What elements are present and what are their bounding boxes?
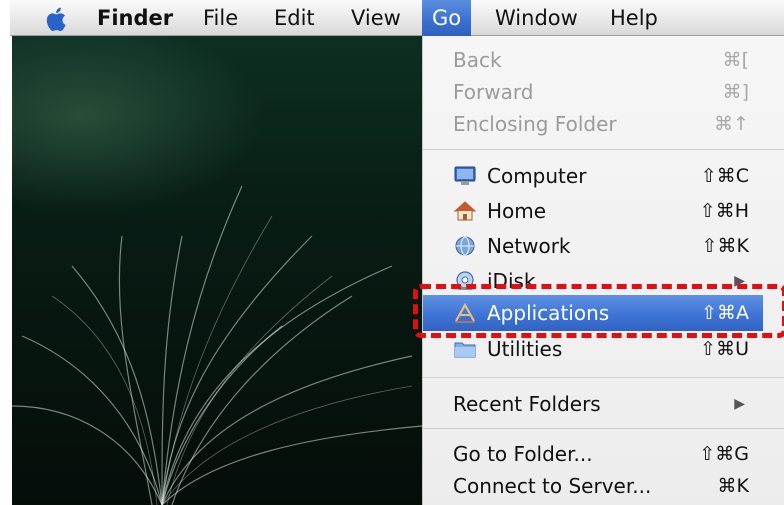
menu-item-shortcut: ⇧⌘G: [699, 443, 749, 465]
network-icon: [455, 236, 475, 256]
menu-item-shortcut: ⌘K: [717, 475, 749, 497]
menu-item-label: Recent Folders: [453, 392, 601, 416]
menu-separator: [423, 377, 784, 378]
menu-edit[interactable]: Edit: [274, 0, 315, 36]
menu-separator: [423, 149, 784, 150]
menu-item-label: Forward: [453, 80, 534, 104]
menu-finder[interactable]: Finder: [97, 0, 173, 36]
menu-item-label: Back: [453, 48, 502, 72]
menu-item-label: Home: [487, 199, 547, 223]
menu-item-home[interactable]: Home ⇧⌘H: [423, 193, 763, 229]
utilities-folder-icon: [454, 342, 476, 358]
menu-help[interactable]: Help: [610, 0, 658, 36]
menu-bar: Finder File Edit View Go Window Help: [10, 0, 784, 36]
menu-item-back: Back ⌘[: [423, 42, 763, 78]
home-icon: [453, 201, 477, 221]
screen: Finder File Edit View Go Window Help Bac…: [0, 0, 784, 505]
menu-item-go-to-folder[interactable]: Go to Folder... ⇧⌘G: [423, 436, 763, 472]
menu-go[interactable]: Go: [422, 0, 472, 36]
highlight-callout-box: [413, 284, 784, 338]
menu-item-shortcut: ⌘↑: [714, 113, 749, 135]
menu-item-label: Enclosing Folder: [453, 112, 617, 136]
menu-item-label: Computer: [487, 164, 587, 188]
menu-item-shortcut: ⌘]: [722, 81, 749, 103]
menu-item-shortcut: ⇧⌘K: [701, 235, 749, 257]
desktop-wallpaper: [12, 36, 422, 505]
menu-item-computer[interactable]: Computer ⇧⌘C: [423, 158, 763, 194]
menu-window[interactable]: Window: [495, 0, 578, 36]
menu-item-network[interactable]: Network ⇧⌘K: [423, 228, 763, 264]
menu-separator: [423, 428, 784, 429]
computer-icon: [454, 166, 476, 185]
menu-view[interactable]: View: [351, 0, 401, 36]
menu-item-label: Connect to Server...: [453, 474, 652, 498]
menu-item-connect-to-server[interactable]: Connect to Server... ⌘K: [423, 468, 763, 504]
menu-file[interactable]: File: [203, 0, 238, 36]
menu-item-label: Go to Folder...: [453, 442, 593, 466]
menu-item-forward: Forward ⌘]: [423, 74, 763, 110]
wallpaper-strands-graphic: [12, 185, 422, 505]
menu-item-shortcut: ⇧⌘H: [699, 200, 749, 222]
apple-logo-icon[interactable]: [42, 4, 72, 34]
menu-item-shortcut: ⇧⌘C: [700, 165, 749, 187]
submenu-arrow-icon: ▶: [734, 396, 745, 412]
menu-item-enclosing-folder: Enclosing Folder ⌘↑: [423, 106, 763, 142]
menu-item-recent-folders[interactable]: Recent Folders ▶: [423, 386, 763, 422]
menu-item-label: Network: [487, 234, 571, 258]
menu-item-shortcut: ⌘[: [722, 49, 749, 71]
go-menu-dropdown: Back ⌘[ Forward ⌘] Enclosing Folder ⌘↑ C…: [422, 36, 784, 505]
